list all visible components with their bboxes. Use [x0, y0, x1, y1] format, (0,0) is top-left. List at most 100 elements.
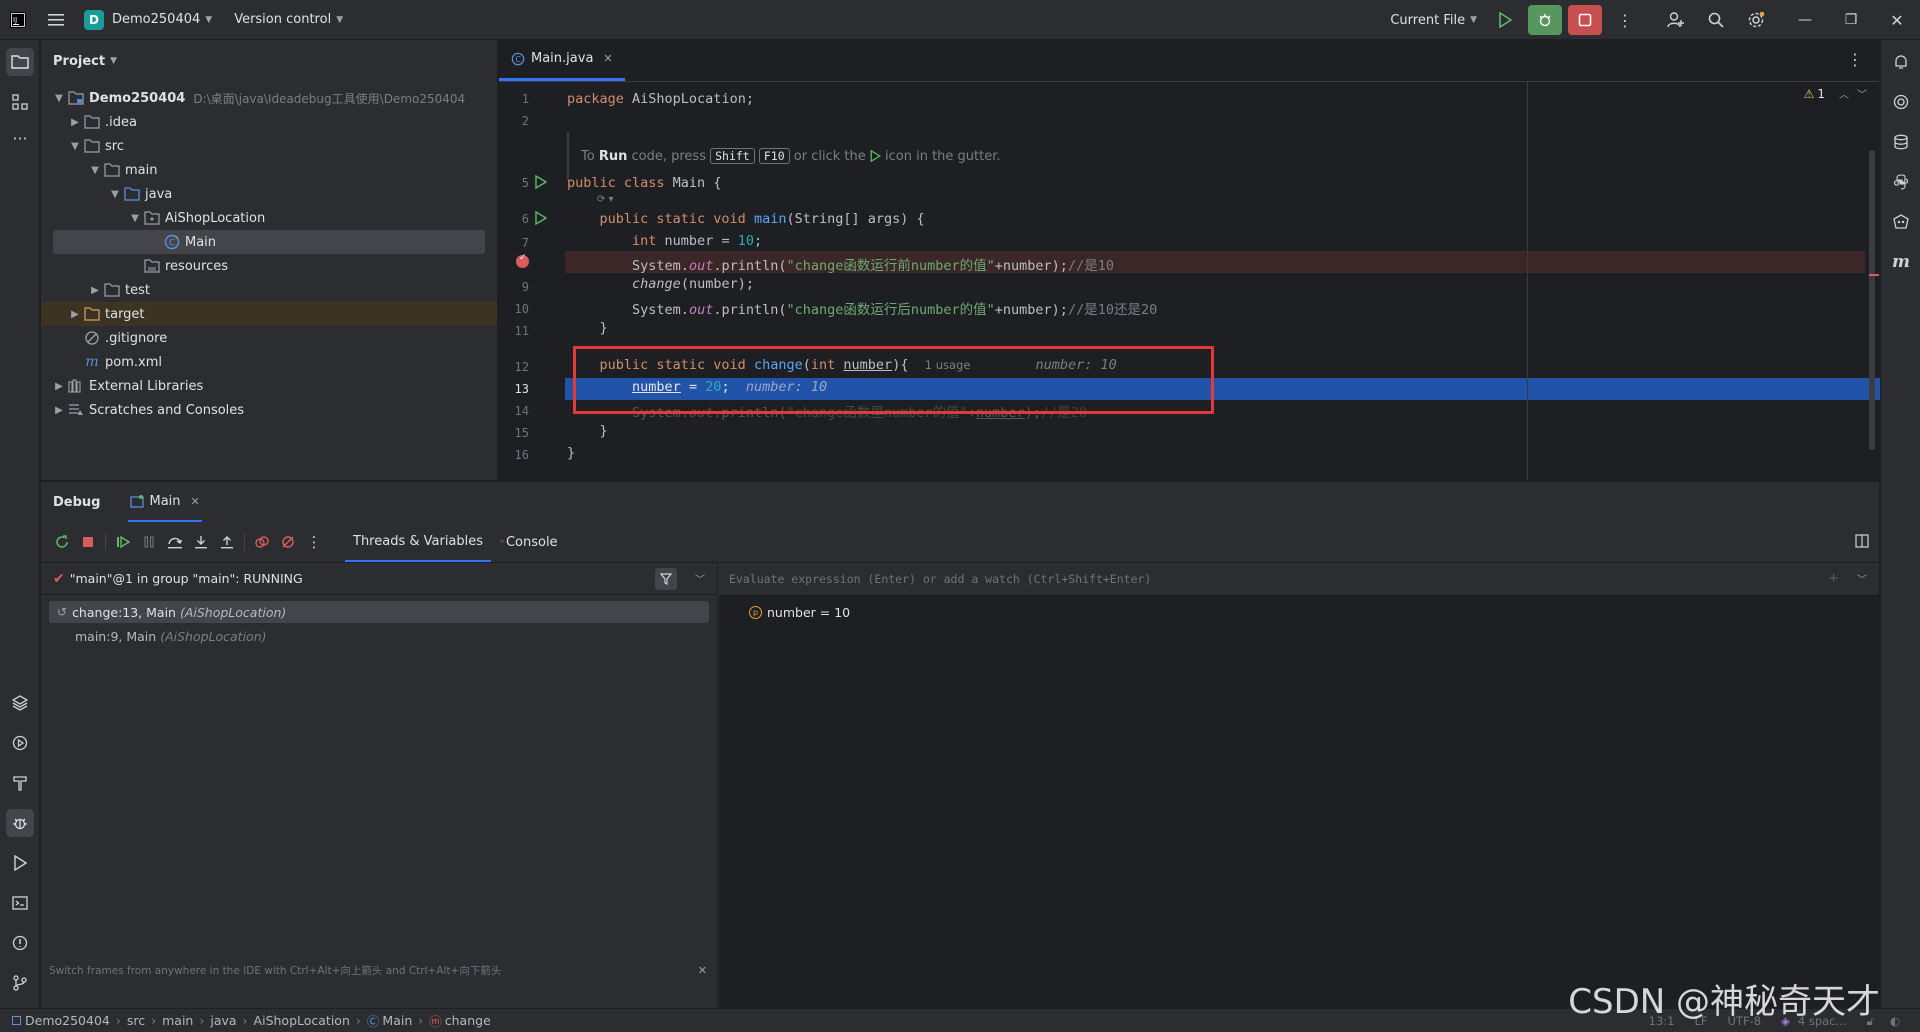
- debug-session-tab[interactable]: Main ✕: [128, 482, 202, 522]
- run-services-button[interactable]: [6, 729, 34, 757]
- minimize-button[interactable]: —: [1782, 0, 1828, 40]
- ai-assistant-button[interactable]: [1887, 88, 1915, 116]
- stop-button[interactable]: [1568, 5, 1602, 35]
- maven-icon: m: [1892, 252, 1910, 272]
- code-line-11: }: [599, 320, 608, 336]
- main-menu-button[interactable]: [36, 0, 76, 40]
- step-into-button[interactable]: [188, 529, 214, 555]
- build-tool-button[interactable]: [6, 769, 34, 797]
- frame-row[interactable]: ↺ change:13, Main (AiShopLocation): [49, 601, 709, 623]
- memory-icon[interactable]: ◐: [1890, 1014, 1900, 1028]
- breakpoint[interactable]: ✓: [516, 253, 529, 268]
- breadcrumb-item[interactable]: src: [127, 1013, 145, 1028]
- tree-item-project-root[interactable]: ▼ Demo250404 D:\桌面\java\Ideadebug工具使用\De…: [41, 86, 497, 110]
- maven-button[interactable]: m: [1887, 248, 1915, 276]
- more-debug-actions-button[interactable]: ⋮: [301, 529, 327, 555]
- terminal-tool-button[interactable]: [6, 889, 34, 917]
- run-button[interactable]: [1488, 5, 1522, 35]
- problems-tool-button[interactable]: [6, 929, 34, 957]
- tree-item-scratches[interactable]: ▶ Scratches and Consoles: [41, 398, 497, 422]
- debug-rerun-button[interactable]: [1528, 5, 1562, 35]
- breadcrumb-item[interactable]: java: [210, 1013, 236, 1028]
- mute-breakpoints-button[interactable]: [275, 529, 301, 555]
- project-selector[interactable]: D Demo250404 ▼: [76, 0, 220, 40]
- thread-selector[interactable]: ✔ "main"@1 in group "main": RUNNING ﹀: [41, 563, 717, 595]
- settings-button[interactable]: [1739, 5, 1773, 35]
- add-watch-icon[interactable]: +: [1828, 571, 1839, 586]
- copilot-button[interactable]: [1887, 208, 1915, 236]
- tree-item-label: test: [125, 282, 150, 298]
- resume-button[interactable]: [110, 529, 136, 555]
- tree-item-external-libraries[interactable]: ▶ External Libraries: [41, 374, 497, 398]
- structure-tool-button[interactable]: [6, 88, 34, 116]
- pause-button[interactable]: [136, 529, 162, 555]
- frame-row[interactable]: main:9, Main (AiShopLocation): [49, 625, 709, 647]
- run-tool-button[interactable]: [6, 849, 34, 877]
- stop-debug-button[interactable]: [75, 529, 101, 555]
- code-line-1: package AiShopLocation;: [567, 91, 754, 107]
- close-window-button[interactable]: ✕: [1874, 0, 1920, 40]
- breadcrumb-item[interactable]: Demo250404: [25, 1013, 110, 1028]
- breadcrumb: Demo250404 › src › main › java › AiShopL…: [12, 1011, 491, 1030]
- git-tool-button[interactable]: [6, 969, 34, 997]
- tree-item-java[interactable]: ▼ java: [41, 182, 497, 206]
- inlay-debug-icon[interactable]: ⟳ ▾: [597, 194, 614, 205]
- tree-item-target[interactable]: ▶ target: [41, 302, 497, 326]
- tree-item-main[interactable]: ▼ main: [41, 158, 497, 182]
- run-gutter-icon[interactable]: [535, 210, 548, 229]
- more-tools-button[interactable]: ···: [6, 124, 34, 152]
- breadcrumb-item[interactable]: main: [162, 1013, 193, 1028]
- tree-item-idea[interactable]: ▶ .idea: [41, 110, 497, 134]
- debug-tool-button[interactable]: [6, 809, 34, 837]
- frame-current-icon: ↺: [57, 605, 68, 619]
- database-button[interactable]: [1887, 128, 1915, 156]
- chevron-down-icon[interactable]: ﹀: [695, 571, 705, 586]
- error-stripe-mark[interactable]: [1869, 274, 1879, 276]
- tab-main-java[interactable]: C Main.java ✕: [499, 39, 625, 81]
- restore-button[interactable]: ❐: [1828, 0, 1874, 40]
- editor-tab-menu-button[interactable]: ⋮: [1847, 50, 1863, 69]
- tree-item-main-class[interactable]: C Main: [53, 230, 485, 254]
- step-out-button[interactable]: [214, 529, 240, 555]
- chevron-up-icon[interactable]: ︿: [1839, 86, 1849, 101]
- close-tab-icon[interactable]: ✕: [191, 495, 200, 508]
- vcs-selector[interactable]: Version control ▼: [226, 0, 351, 40]
- inspection-widget[interactable]: ⚠ 1 ︿ ﹀: [1804, 86, 1867, 102]
- pause-icon: [144, 536, 154, 548]
- tab-console[interactable]: ◦ Console: [491, 522, 566, 562]
- layout-settings-button[interactable]: [1855, 534, 1869, 552]
- breadcrumb-item[interactable]: Main: [382, 1013, 412, 1028]
- step-over-button[interactable]: [162, 529, 188, 555]
- rerun-button[interactable]: [49, 529, 75, 555]
- search-everywhere-button[interactable]: [1699, 5, 1733, 35]
- editor-scrollbar[interactable]: [1869, 150, 1875, 450]
- evaluate-expression-field[interactable]: Evaluate expression (Enter) or add a wat…: [719, 563, 1879, 595]
- more-actions-button[interactable]: ⋮: [1608, 5, 1642, 35]
- view-breakpoints-button[interactable]: [249, 529, 275, 555]
- close-tab-icon[interactable]: ✕: [603, 52, 612, 65]
- step-over-icon: [168, 537, 183, 549]
- breadcrumb-item[interactable]: AiShopLocation: [254, 1013, 350, 1028]
- variable-row[interactable]: p number = 10: [749, 601, 850, 623]
- chevron-down-icon[interactable]: ﹀: [1857, 571, 1867, 586]
- notifications-button[interactable]: [1887, 48, 1915, 76]
- tree-item-test[interactable]: ▶ test: [41, 278, 497, 302]
- tree-item-resources[interactable]: resources: [41, 254, 497, 278]
- python-console-button[interactable]: [1887, 168, 1915, 196]
- tree-item-src[interactable]: ▼ src: [41, 134, 497, 158]
- project-tool-button[interactable]: [6, 48, 34, 76]
- filter-button[interactable]: [655, 568, 677, 590]
- breadcrumb-item[interactable]: change: [445, 1013, 491, 1028]
- tree-item-package[interactable]: ▼ AiShopLocation: [41, 206, 497, 230]
- chevron-down-icon[interactable]: ﹀: [1857, 86, 1867, 101]
- tab-threads-variables[interactable]: Threads & Variables: [345, 522, 492, 562]
- close-icon[interactable]: ✕: [698, 964, 707, 977]
- services-tool-button[interactable]: [6, 689, 34, 717]
- run-config-selector[interactable]: Current File ▼: [1382, 0, 1485, 40]
- code-with-me-button[interactable]: [1659, 5, 1693, 35]
- run-gutter-icon[interactable]: [535, 174, 548, 193]
- tree-item-pom[interactable]: m pom.xml: [41, 350, 497, 374]
- tree-item-gitignore[interactable]: .gitignore: [41, 326, 497, 350]
- rerun-icon: [56, 535, 68, 548]
- project-panel-header[interactable]: Project ▼: [41, 40, 497, 82]
